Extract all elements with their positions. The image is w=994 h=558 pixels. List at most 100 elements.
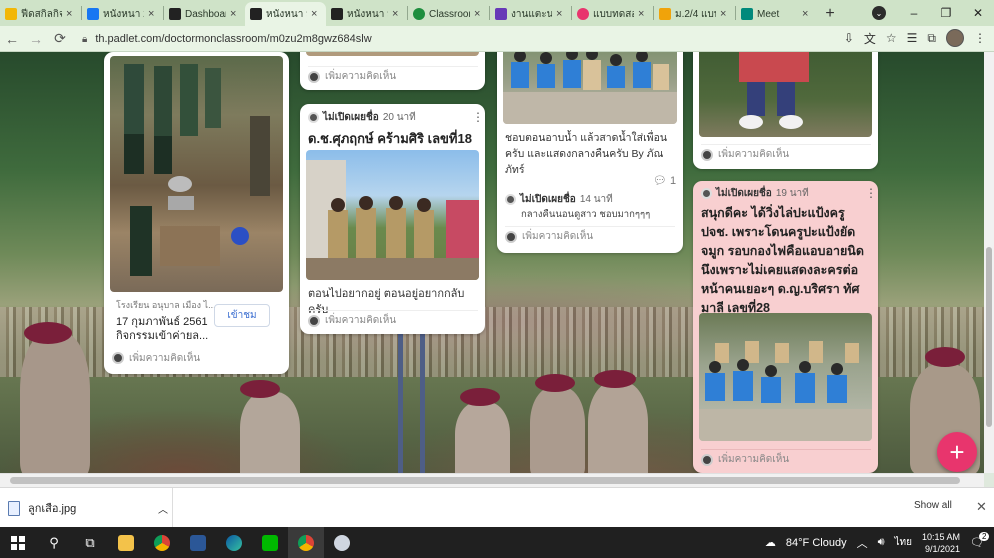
browser-tab[interactable]: แบบทดสอ × [572, 2, 653, 26]
scrollbar-thumb[interactable] [986, 247, 992, 427]
browser-tab-active[interactable]: หนังหนา ม× [245, 2, 326, 26]
browser-tab[interactable]: หนังหนา ม× [326, 2, 407, 26]
lock-icon[interactable]: 🔒︎ [82, 34, 87, 45]
tab-close-icon[interactable]: × [556, 8, 566, 20]
translate-icon[interactable]: 文 [864, 30, 876, 47]
downloads-divider [172, 488, 173, 528]
add-comment[interactable]: เพิ่มความคิดเห็น [112, 348, 282, 368]
post-photo[interactable] [110, 56, 283, 292]
profile-avatar[interactable] [946, 29, 964, 47]
background-beret [594, 370, 636, 388]
tab-close-icon[interactable]: × [474, 8, 484, 20]
minimize-button[interactable]: – [898, 6, 930, 20]
padlet-post-card[interactable]: ไม่เปิดเผยชื่อ 20 นาที ⋮ ด.ช.ศุภฤกษ์ คร้… [300, 104, 485, 334]
tab-close-icon[interactable]: × [392, 8, 402, 20]
browser-tab-strip: ฟีดสกิลกิจกรร× หนังหนา 2× Dashboard× หนั… [0, 0, 994, 26]
add-comment[interactable]: เพิ่มความคิดเห็น [701, 144, 871, 164]
language-icon[interactable]: ไทย [895, 535, 912, 550]
show-all-button[interactable]: Show all [914, 500, 952, 511]
commenter-avatar-icon [701, 453, 713, 466]
add-post-button[interactable]: + [937, 432, 977, 472]
add-comment[interactable]: เพิ่มความคิดเห็น [308, 66, 478, 86]
chevron-up-icon[interactable]: ︿ [158, 501, 168, 516]
add-comment[interactable]: เพิ่มความคิดเห็น [505, 226, 675, 246]
tab-close-icon[interactable]: × [148, 8, 158, 20]
padlet-post-card[interactable]: เพิ่มความคิดเห็น [693, 52, 878, 169]
download-icon[interactable]: ⇩ [844, 31, 854, 45]
tab-close-icon[interactable]: × [802, 8, 812, 20]
add-comment[interactable]: เพิ่มความคิดเห็น [701, 449, 871, 469]
tab-close-icon[interactable]: × [638, 8, 648, 20]
tab-favicon-icon [5, 8, 17, 20]
reload-icon[interactable]: ⟳ [48, 30, 72, 47]
tab-close-icon[interactable]: × [230, 8, 240, 20]
post-menu-icon[interactable]: ⋮ [472, 111, 484, 123]
tab-close-icon[interactable]: × [311, 8, 321, 20]
add-comment[interactable]: เพิ่มความคิดเห็น [308, 310, 478, 330]
post-photo[interactable] [306, 52, 479, 56]
download-item[interactable]: ลูกเสือ.jpg ︿ [8, 497, 168, 519]
post-photo[interactable] [699, 52, 872, 137]
notifications-icon[interactable]: 🗨︎ 2 [970, 532, 990, 549]
back-arrow-icon[interactable]: ← [0, 31, 24, 47]
chrome-icon[interactable] [144, 527, 180, 558]
vertical-scrollbar[interactable] [984, 52, 994, 473]
tab-search-icon[interactable]: ⌄ [872, 6, 886, 20]
post-photo[interactable] [306, 150, 479, 280]
forward-arrow-icon[interactable]: → [24, 31, 48, 47]
padlet-post-card[interactable]: เพิ่มความคิดเห็น [300, 52, 485, 90]
visit-link-button[interactable]: เข้าชม [214, 304, 270, 327]
commenter-avatar-icon [505, 230, 517, 243]
post-title: สนุกดีคะ ได้วิ่งไล่ปะแป้งครู ปจช. เพราะโ… [701, 206, 864, 315]
scrollbar-thumb[interactable] [10, 477, 960, 484]
author-avatar-icon [505, 194, 516, 205]
comment-text: กลางคืนนอนดูสาว ชอบมากๆๆๆ [521, 209, 651, 220]
chrome-active-icon[interactable] [288, 527, 324, 558]
reading-list-icon[interactable]: ☰ [907, 31, 918, 45]
omnibox[interactable]: 🔒︎ th.padlet.com/doctormonclassroom/m0zu… [76, 28, 916, 50]
browser-tab[interactable]: ฟีดสกิลกิจกรร× [0, 2, 81, 26]
app-shield-icon[interactable] [324, 527, 360, 558]
browser-tab[interactable]: Classroom× [408, 2, 489, 26]
browser-tab[interactable]: Dashboard× [164, 2, 245, 26]
weather-text[interactable]: 84°F Cloudy [786, 537, 847, 549]
padlet-post-card[interactable]: โรงเรียน อนุบาล เมือง ไ... 17 กุมภาพันธ์… [104, 52, 289, 374]
tab-close-icon[interactable]: × [720, 8, 730, 20]
post-photo[interactable] [503, 52, 677, 124]
post-menu-icon[interactable]: ⋮ [865, 187, 877, 199]
horizontal-scrollbar[interactable] [0, 473, 984, 487]
browser-tab[interactable]: Meet × [736, 2, 817, 26]
comment-count-icon[interactable]: 💬︎ 1 [653, 174, 676, 187]
word-icon[interactable] [180, 527, 216, 558]
tab-favicon-icon [577, 8, 589, 20]
browser-tab[interactable]: งานแตะน × [490, 2, 571, 26]
menu-kebab-icon[interactable]: ⋮ [974, 31, 986, 45]
start-windows-icon[interactable] [0, 527, 36, 558]
bookmark-star-icon[interactable]: ☆ [886, 31, 897, 45]
edge-icon[interactable] [216, 527, 252, 558]
new-tab-button[interactable]: + [817, 2, 843, 26]
post-photo[interactable] [699, 313, 872, 441]
restore-button[interactable]: ❐ [930, 6, 962, 20]
url-text[interactable]: th.padlet.com/doctormonclassroom/m0zu2m8… [95, 33, 371, 45]
padlet-post-card-pink[interactable]: ไม่เปิดเผยชื่อ 19 นาที ⋮ สนุกดีคะ ได้วิ่… [693, 181, 878, 473]
chevron-up-icon[interactable]: ︿ [857, 535, 868, 551]
close-downloads-icon[interactable]: ✕ [976, 499, 987, 515]
task-view-icon[interactable]: ⧉ [72, 527, 108, 558]
tab-close-icon[interactable]: × [66, 8, 76, 20]
background-person [530, 387, 585, 473]
post-meta: ไม่เปิดเผยชื่อ 20 นาที [308, 110, 416, 125]
background-person [240, 392, 300, 473]
browser-tab[interactable]: ม.2/4 แบบ × [654, 2, 735, 26]
clock[interactable]: 10:15 AM 9/1/2021 [922, 531, 960, 555]
search-icon[interactable]: ⚲ [36, 527, 72, 558]
background-beret [460, 388, 500, 406]
line-app-icon[interactable] [252, 527, 288, 558]
file-explorer-icon[interactable] [108, 527, 144, 558]
background-beret [240, 380, 280, 398]
extensions-icon[interactable]: ⧉ [927, 31, 936, 46]
close-window-button[interactable]: ✕ [962, 6, 994, 20]
browser-tab[interactable]: หนังหนา 2× [82, 2, 163, 26]
padlet-post-card[interactable]: ชอบตอนอาบน้ำ แล้วสาดน้ำใส่เพื่อนครับ และ… [497, 52, 683, 253]
volume-icon[interactable]: 🔊︎ [878, 536, 885, 549]
